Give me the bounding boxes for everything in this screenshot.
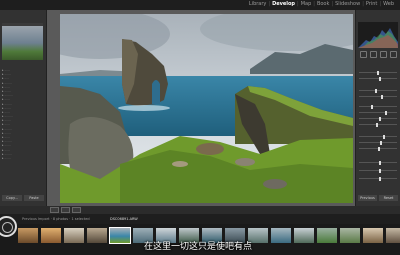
filmstrip-thumb[interactable] [41,228,61,243]
preset-item[interactable]: ▸ ······· [1,156,45,160]
slider-tone-curve[interactable] [359,160,397,165]
before-after-button[interactable] [61,207,70,213]
filmstrip-thumb[interactable] [317,228,337,243]
previous-button[interactable]: Previous [358,195,377,201]
slider-hsl[interactable] [359,168,397,173]
tool-strip [360,51,397,58]
slider-tint[interactable] [359,76,397,81]
landscape-image [60,14,353,203]
module-web[interactable]: Web [381,1,396,7]
reset-button[interactable]: Reset [379,195,398,201]
filmstrip-thumb[interactable] [363,228,383,243]
slider-whites[interactable] [359,116,397,121]
slider-highlights[interactable] [359,104,397,109]
filmstrip-thumb-selected[interactable] [109,227,131,244]
module-develop[interactable]: Develop [270,1,297,7]
filmstrip-header: Previous Import · 8 photos · 1 selected [0,214,400,224]
module-bar: Library | Develop | Map | Book | Slideshow | … [0,0,400,10]
slider-detail[interactable] [359,176,397,181]
film-info: Previous Import · 8 photos · 1 selected [22,217,90,221]
slider-clarity[interactable] [359,134,397,139]
paste-button[interactable]: Paste [24,195,44,201]
graduated-filter-icon[interactable] [390,51,397,58]
filmstrip-thumb[interactable] [386,228,400,243]
main-photo [60,14,353,203]
filmstrip-thumb[interactable] [294,228,314,243]
filmstrip-thumb[interactable] [18,228,38,243]
video-subtitle: 在这里一切这只是使吧有点 [144,242,253,252]
slider-vibrance[interactable] [359,140,397,145]
copy-button[interactable]: Copy... [2,195,22,201]
module-slideshow[interactable]: Slideshow [333,1,362,7]
slider-shadows[interactable] [359,110,397,115]
module-print[interactable]: Print [364,1,380,7]
filmstrip-thumb[interactable] [340,228,360,243]
module-map[interactable]: Map [299,1,314,7]
slider-exposure[interactable] [359,88,397,93]
module-book[interactable]: Book [315,1,331,7]
spot-removal-icon[interactable] [370,51,377,58]
current-filename: DSC06891.ARW [110,217,138,221]
loupe-view-button[interactable] [50,207,59,213]
filmstrip-thumb[interactable] [64,228,84,243]
filmstrip-thumb[interactable] [271,228,291,243]
presets-list: ▸ ······ ▸ ······· ▸ ····· ▸ ········ ▸ … [1,68,45,160]
slider-blacks[interactable] [359,122,397,127]
navigator-preview[interactable] [2,26,43,60]
slider-temp[interactable] [359,70,397,75]
slider-contrast[interactable] [359,94,397,99]
slider-saturation[interactable] [359,146,397,151]
histogram [358,22,398,48]
soft-proofing-toggle[interactable] [72,207,81,213]
right-panel: Previous Reset [355,10,400,206]
red-eye-icon[interactable] [380,51,387,58]
view-toolbar [47,206,358,214]
crop-icon[interactable] [360,51,367,58]
module-picker: Library | Develop | Map | Book | Slideshow | … [247,1,396,7]
module-library[interactable]: Library [247,1,268,7]
left-panel: ▸ ······ ▸ ······· ▸ ····· ▸ ········ ▸ … [0,10,47,206]
filmstrip-thumb[interactable] [87,228,107,243]
